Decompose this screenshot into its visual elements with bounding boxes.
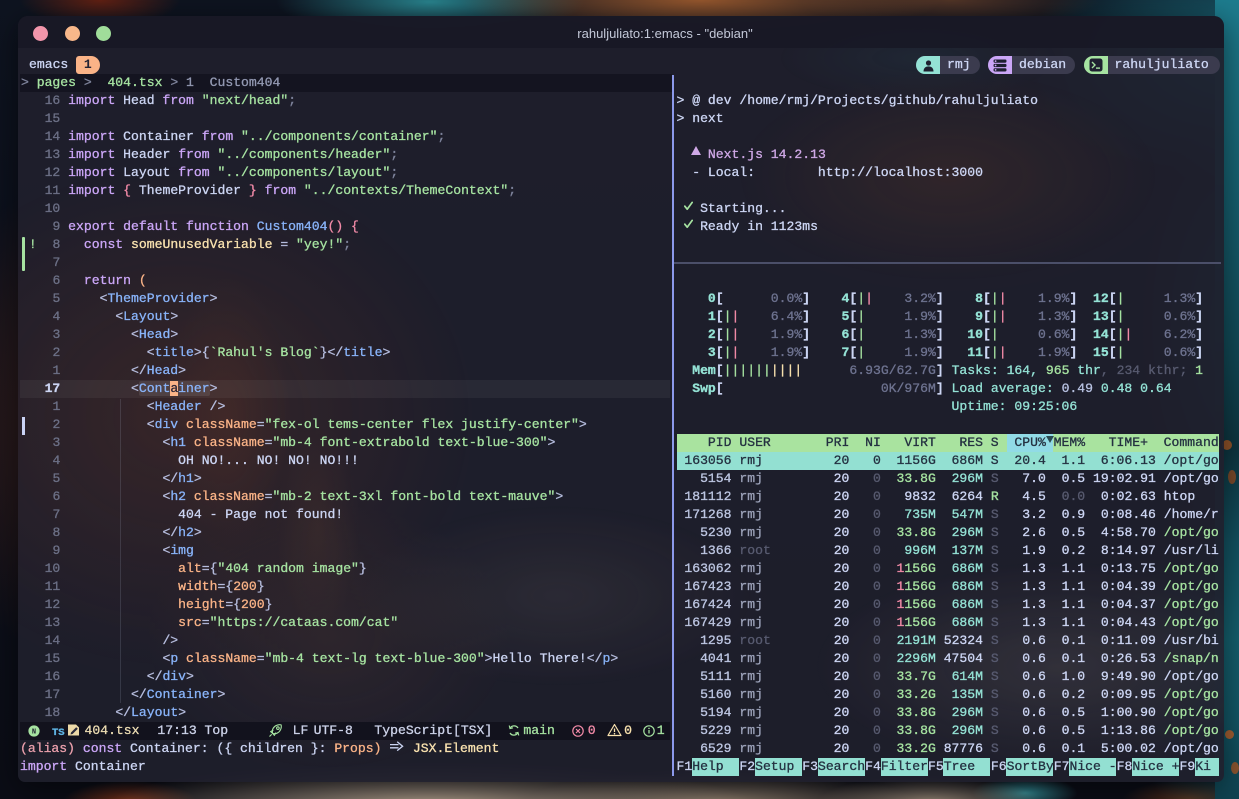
svg-text:N: N bbox=[32, 729, 36, 737]
